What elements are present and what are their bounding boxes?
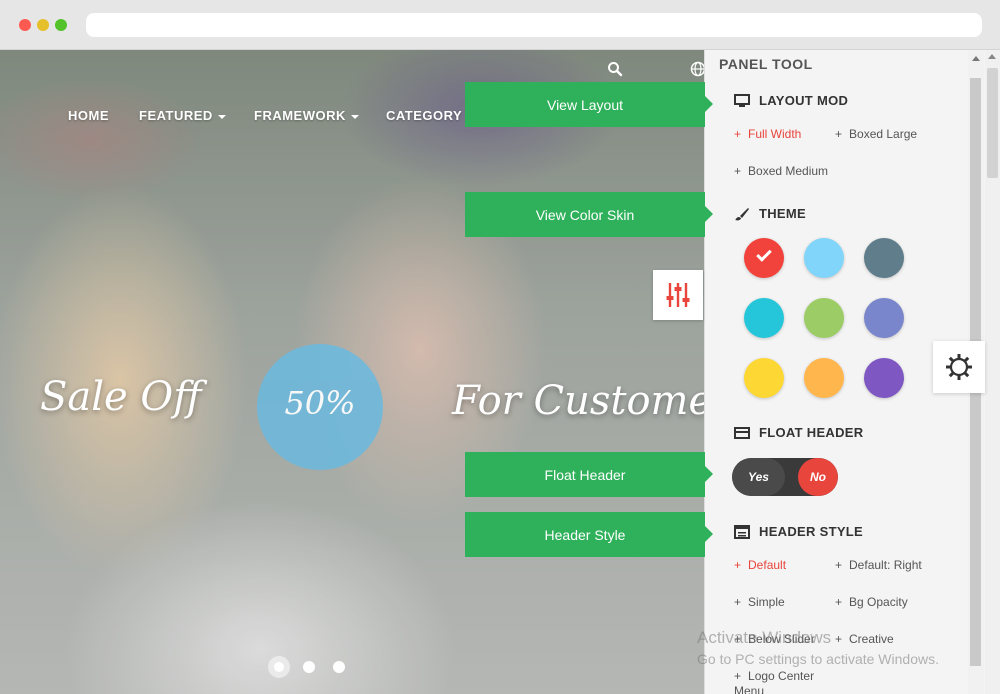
caret-down-icon (350, 114, 359, 119)
header-style-default-right[interactable]: + Default: Right (835, 558, 922, 572)
option-label: Creative (849, 632, 894, 646)
slider-dot-1[interactable] (268, 656, 290, 678)
callout-float-header: Float Header (465, 452, 713, 497)
activation-watermark-subtitle: Go to PC settings to activate Windows. (697, 651, 939, 667)
maximize-window-button[interactable] (55, 19, 67, 31)
nav-item-home[interactable]: HOME (68, 108, 109, 123)
section-label: HEADER STYLE (759, 524, 864, 539)
theme-swatch-7[interactable] (744, 358, 784, 398)
header-style-default[interactable]: + Default (734, 558, 786, 572)
theme-swatch-5[interactable] (804, 298, 844, 338)
slider-dot-3[interactable] (333, 661, 345, 673)
theme-swatch-1[interactable] (744, 238, 784, 278)
theme-swatch-9[interactable] (864, 358, 904, 398)
nav-label: CATEGORY (386, 108, 463, 123)
address-bar[interactable] (86, 13, 982, 37)
settings-gear-button[interactable] (933, 341, 985, 393)
slider-dot-2[interactable] (303, 661, 315, 673)
page-scroll-thumb[interactable] (987, 68, 998, 178)
theme-swatch-6[interactable] (864, 298, 904, 338)
list-window-icon (734, 525, 750, 539)
scroll-up-arrow-icon[interactable] (988, 54, 996, 59)
theme-swatch-8[interactable] (804, 358, 844, 398)
toggle-yes[interactable]: Yes (732, 458, 785, 496)
callout-label: View Color Skin (535, 206, 635, 223)
gear-icon (946, 354, 972, 380)
search-icon[interactable] (607, 61, 623, 77)
header-style-bg-opacity[interactable]: + Bg Opacity (835, 595, 908, 609)
nav-item-framework[interactable]: FRAMEWORK (254, 108, 359, 123)
header-style-logo-center[interactable]: + Logo Center (734, 669, 814, 683)
callout-label: View Layout (546, 96, 623, 113)
option-label: Boxed Large (849, 127, 918, 141)
section-label: THEME (759, 206, 806, 221)
browser-chrome (0, 0, 1000, 50)
section-label: LAYOUT MOD (759, 93, 849, 108)
panel-title: PANEL TOOL (719, 56, 813, 72)
discount-circle: 50% (257, 344, 383, 470)
nav-label: FRAMEWORK (254, 108, 346, 123)
callout-label: Float Header (544, 466, 626, 483)
layout-option-full-width[interactable]: + Full Width (734, 127, 801, 141)
theme-swatch-4[interactable] (744, 298, 784, 338)
hero-text-right: For Customer (452, 378, 704, 424)
panel-toggle-button[interactable] (653, 270, 703, 320)
section-label: FLOAT HEADER (759, 425, 864, 440)
float-header-toggle[interactable]: Yes No (732, 458, 838, 496)
nav-label: FEATURED (139, 108, 213, 123)
option-label: Default: Right (849, 558, 922, 572)
minimize-window-button[interactable] (37, 19, 49, 31)
toggle-no[interactable]: No (798, 458, 838, 496)
option-label: Logo Center (748, 669, 815, 683)
paintbrush-icon (735, 208, 749, 221)
option-label: Full Width (748, 127, 802, 141)
header-style-menu[interactable]: Menu (734, 684, 764, 694)
app-window: HOME FEATURED FRAMEWORK CATEGORY Sale Of… (0, 0, 1000, 694)
theme-swatch-3[interactable] (864, 238, 904, 278)
header-style-creative[interactable]: + Creative (835, 632, 894, 646)
callout-header-style: Header Style (465, 512, 713, 557)
nav-item-featured[interactable]: FEATURED (139, 108, 226, 123)
page-scrollbar[interactable] (985, 50, 1000, 694)
hero-slider: HOME FEATURED FRAMEWORK CATEGORY Sale Of… (0, 50, 704, 694)
layout-option-boxed-large[interactable]: + Boxed Large (835, 127, 917, 141)
scroll-up-arrow-icon[interactable] (972, 56, 980, 61)
option-label: Bg Opacity (849, 595, 908, 609)
sliders-icon (666, 283, 690, 307)
close-window-button[interactable] (19, 19, 31, 31)
hero-text-left: Sale Off (40, 374, 202, 420)
check-icon (756, 246, 772, 262)
callout-view-color-skin: View Color Skin (465, 192, 713, 237)
option-label: Boxed Medium (748, 164, 829, 178)
layout-option-boxed-medium[interactable]: + Boxed Medium (734, 164, 828, 178)
caret-down-icon (217, 114, 226, 119)
discount-text: 50% (284, 384, 356, 422)
option-label: Default (748, 558, 787, 572)
theme-swatch-2[interactable] (804, 238, 844, 278)
nav-item-category[interactable]: CATEGORY (386, 108, 462, 123)
globe-icon[interactable] (690, 61, 704, 77)
activation-watermark-title: Activate Windows (697, 628, 832, 647)
nav-label: HOME (68, 108, 109, 123)
callout-label: Header Style (544, 526, 626, 543)
header-style-simple[interactable]: + Simple (734, 595, 785, 609)
callout-view-layout: View Layout (465, 82, 713, 127)
monitor-icon (734, 94, 750, 107)
option-label: Simple (748, 595, 785, 609)
option-label: Menu (734, 684, 765, 694)
credit-card-icon (734, 427, 750, 439)
